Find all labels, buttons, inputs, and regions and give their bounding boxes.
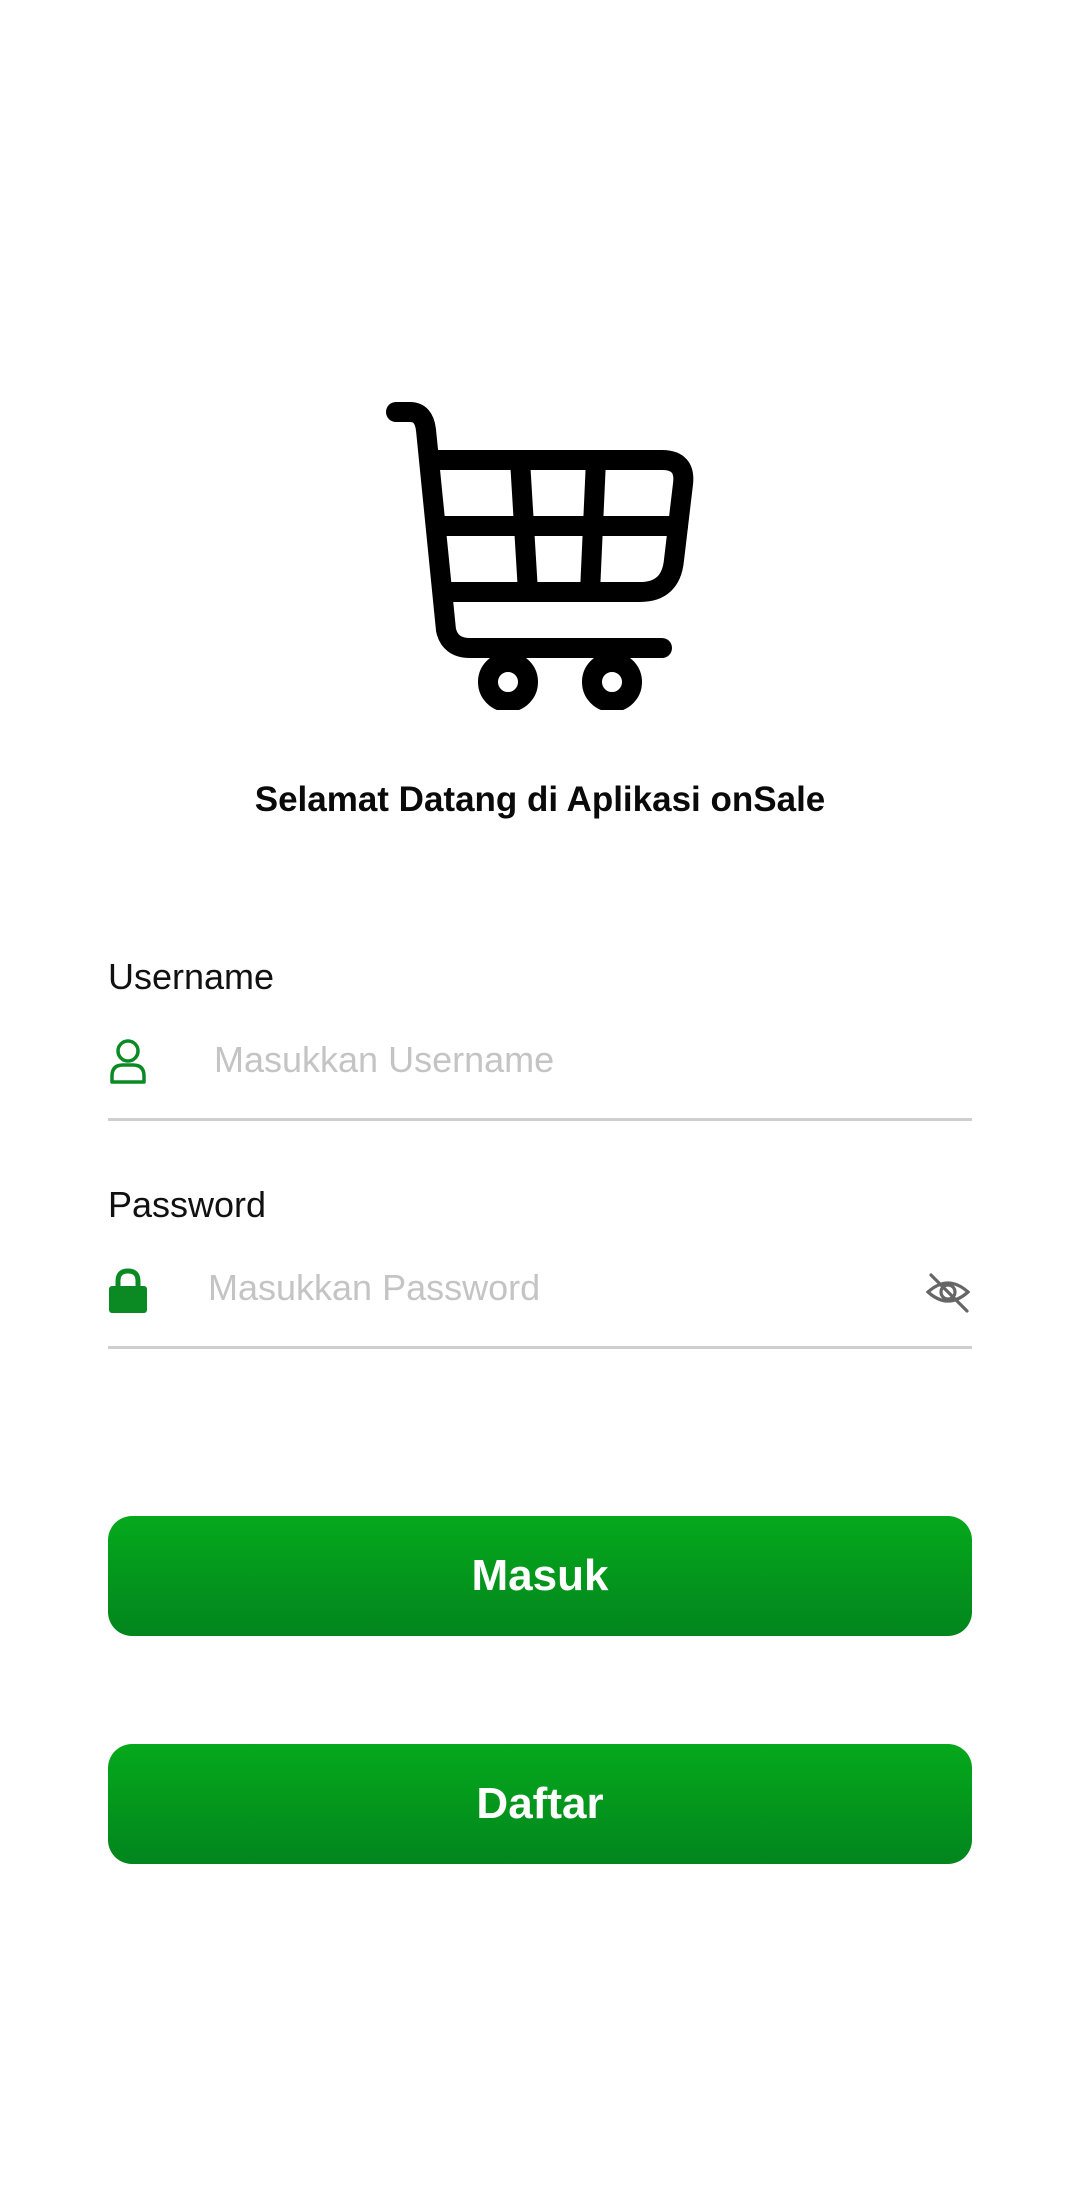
password-field[interactable] (108, 1256, 972, 1349)
eye-off-icon[interactable] (924, 1268, 972, 1316)
password-label: Password (108, 1184, 267, 1225)
login-button[interactable]: Masuk (108, 1516, 972, 1636)
lock-icon (108, 1266, 148, 1314)
password-input[interactable] (208, 1256, 888, 1320)
user-icon (108, 1038, 148, 1086)
username-label: Username (108, 956, 275, 997)
shopping-cart-icon (386, 400, 694, 710)
username-input[interactable] (214, 1028, 954, 1092)
register-button[interactable]: Daftar (108, 1744, 972, 1864)
welcome-title: Selamat Datang di Aplikasi onSale (254, 780, 826, 819)
username-field[interactable] (108, 1028, 972, 1121)
